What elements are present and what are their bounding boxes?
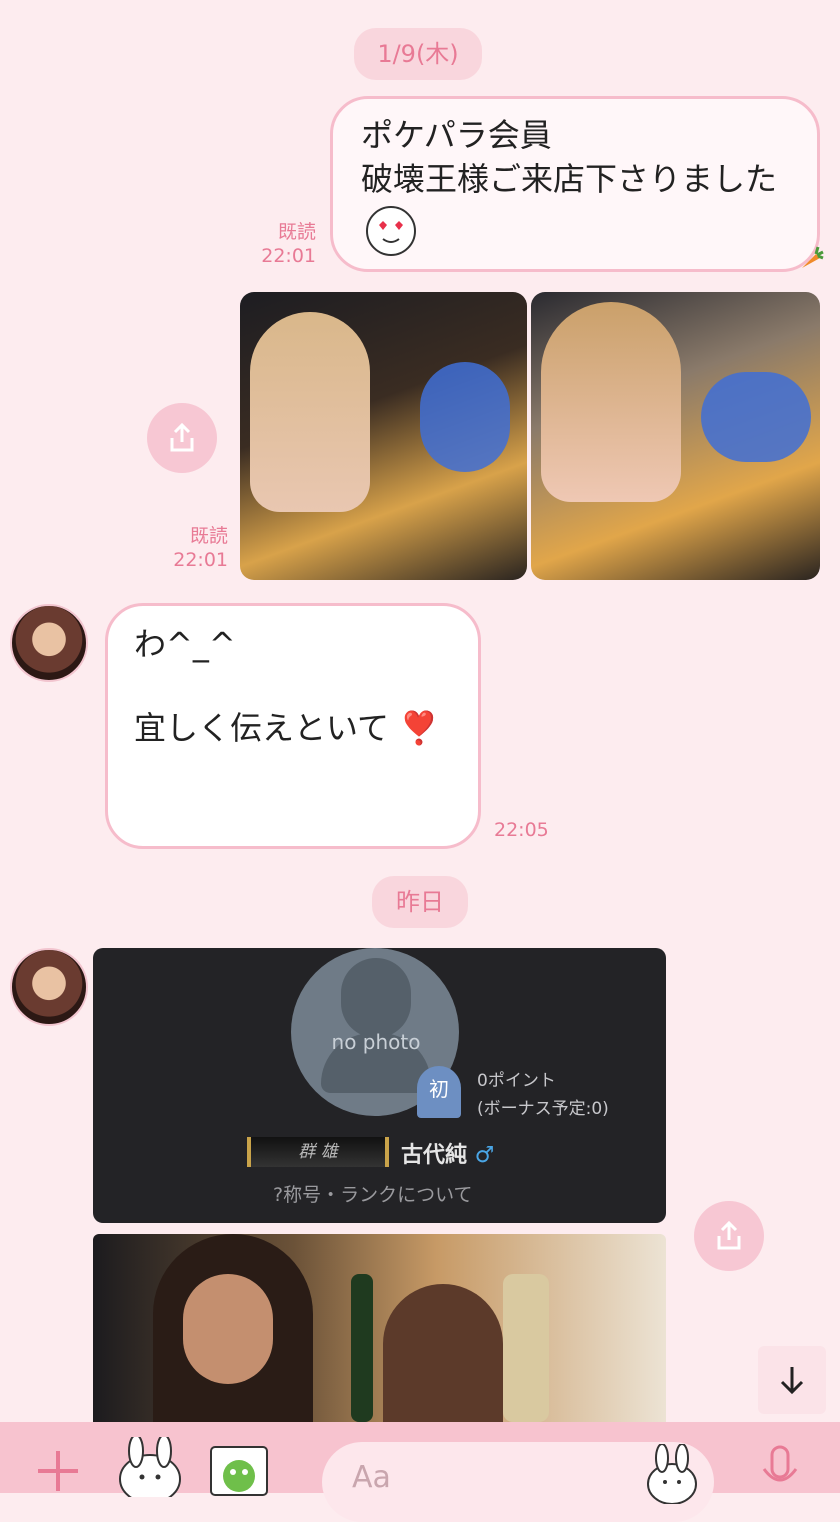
rank-info-link[interactable]: ?称号・ランクについて — [273, 1180, 473, 1207]
bonus-text: (ボーナス予定:0) — [477, 1099, 609, 1119]
bunny-sticker-icon — [119, 1436, 181, 1497]
heart-exclamation-emoji-icon: ❣️ — [399, 709, 440, 747]
share-button[interactable] — [147, 403, 217, 473]
read-receipt: 既読 — [189, 525, 228, 547]
date-separator: 1/9(木) — [354, 28, 482, 80]
message-time: 22:01 — [173, 549, 228, 571]
points-text: 0ポイント — [477, 1071, 556, 1091]
male-icon: ♂ — [474, 1143, 495, 1168]
photo-attachment[interactable] — [240, 292, 527, 580]
message-text: ポケパラ会員 破壊王様ご来店下さりました — [361, 116, 778, 198]
photo-attachment[interactable] — [93, 1234, 666, 1422]
scroll-to-bottom-button[interactable] — [758, 1346, 826, 1414]
gallery-button[interactable] — [206, 1445, 272, 1496]
message-input[interactable]: Aa — [322, 1442, 714, 1522]
input-placeholder: Aa — [352, 1460, 391, 1495]
incoming-message-bubble[interactable]: わ^_^ 宜しく伝えといて ❣️ — [105, 603, 481, 849]
add-button[interactable] — [28, 1448, 88, 1493]
first-visit-badge: 初 — [417, 1066, 461, 1118]
plus-icon — [38, 1450, 78, 1491]
read-receipt: 既読 — [277, 221, 316, 243]
voice-button[interactable] — [752, 1445, 808, 1493]
share-button[interactable] — [694, 1201, 764, 1271]
message-text: 宜しく伝えといて ❣️ — [134, 709, 440, 747]
outgoing-message-bubble[interactable]: ポケパラ会員 破壊王様ご来店下さりました — [330, 96, 820, 272]
message-time: 22:05 — [494, 819, 549, 841]
contact-avatar[interactable] — [10, 948, 88, 1026]
photo-frame-icon — [210, 1445, 268, 1496]
arrow-down-icon — [780, 1367, 804, 1395]
heart-eyes-emoji-icon — [365, 205, 417, 257]
no-photo-label: no photo — [331, 1030, 421, 1054]
member-name: 古代純 ♂ — [401, 1143, 495, 1168]
title-plate: 群 雄 — [247, 1137, 389, 1167]
share-icon — [170, 422, 194, 452]
photo-attachment[interactable] — [531, 292, 820, 580]
carrot-icon — [796, 244, 824, 274]
sticker-button[interactable] — [114, 1436, 186, 1497]
profile-card-image[interactable]: no photo 初 0ポイント (ボーナス予定:0) 群 雄 古代純 ♂ ?称… — [93, 948, 666, 1223]
emoji-sticker-icon[interactable] — [642, 1443, 702, 1505]
message-text: わ^_^ — [134, 625, 236, 663]
microphone-icon — [762, 1445, 798, 1481]
date-separator: 昨日 — [372, 876, 468, 928]
contact-avatar[interactable] — [10, 604, 88, 682]
message-time: 22:01 — [261, 245, 316, 267]
share-icon — [717, 1220, 741, 1250]
